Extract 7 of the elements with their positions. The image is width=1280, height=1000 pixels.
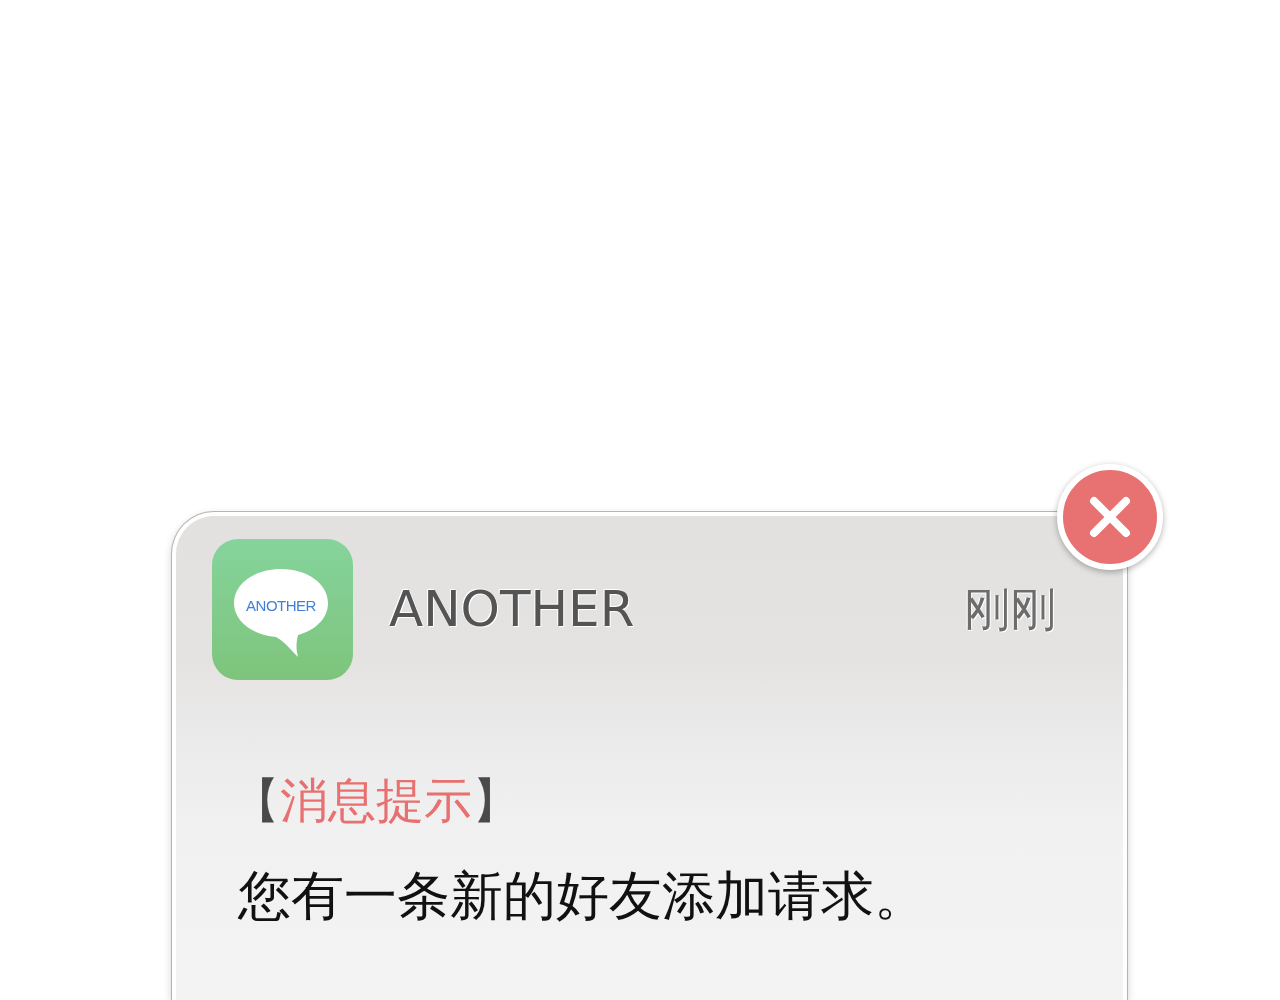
notification-time: 刚刚 — [964, 581, 1056, 638]
speech-bubble-icon — [232, 566, 330, 659]
app-name: ANOTHER — [389, 579, 635, 639]
close-icon — [1089, 496, 1131, 538]
message-heading: 【消息提示】 — [232, 771, 520, 830]
message-text: 您有一条新的好友添加请求。 — [238, 864, 927, 928]
app-icon-label: ANOTHER — [245, 596, 317, 615]
